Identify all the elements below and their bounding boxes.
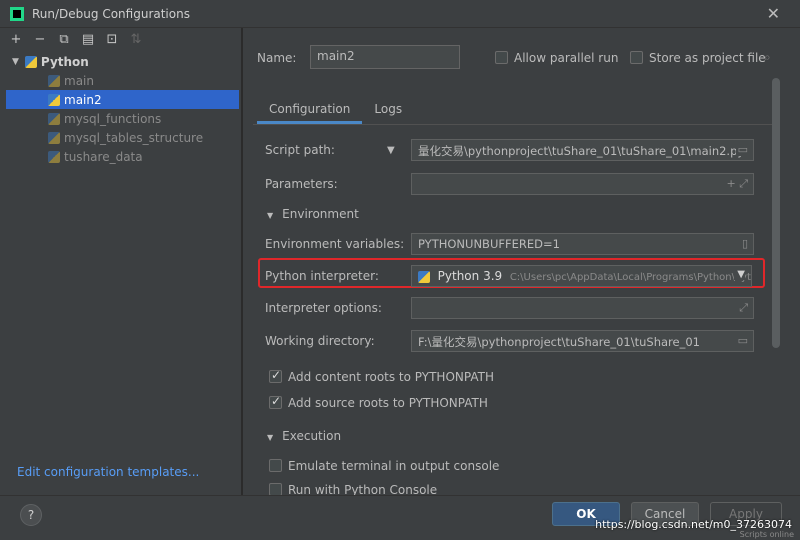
execution-section[interactable]: ▼ Execution — [267, 429, 341, 443]
close-icon[interactable]: ✕ — [767, 4, 780, 23]
tree-item-label: main2 — [64, 92, 102, 107]
script-path-field[interactable]: 量化交易\pythonproject\tuShare_01\tuShare_01… — [411, 139, 754, 161]
environment-variables-value: PYTHONUNBUFFERED=1 — [418, 237, 560, 251]
store-project-file-checkbox[interactable]: Store as project file — [630, 50, 766, 65]
tree-item-label: tushare_data — [64, 149, 143, 164]
script-path-value: 量化交易\pythonproject\tuShare_01\tuShare_01… — [418, 144, 745, 158]
checkbox-box[interactable] — [269, 368, 282, 383]
tree-item-mysql-tables-structure[interactable]: mysql_tables_structure — [0, 128, 241, 147]
configurations-sidebar: + − ⧉ ▤ ⊡ ⇅ ▼ Python main main2 mysql_fu… — [0, 28, 242, 495]
python-interpreter-label: Python interpreter: — [265, 269, 379, 283]
parameters-field[interactable]: + ⤢ — [411, 173, 754, 195]
configuration-tree: ▼ Python main main2 mysql_functions mysq… — [0, 52, 241, 166]
interpreter-version: Python 3.9 — [437, 269, 503, 283]
python-icon — [48, 93, 60, 106]
working-directory-value: F:\量化交易\pythonproject\tuShare_01\tuShare… — [418, 335, 700, 349]
tree-item-main[interactable]: main — [0, 71, 241, 90]
interpreter-path: C:\Users\pc\AppData\Local\Programs\Pytho… — [509, 272, 751, 283]
chevron-down-icon[interactable]: ▼ — [387, 145, 395, 156]
python-icon — [48, 112, 60, 125]
emulate-terminal-checkbox[interactable]: Emulate terminal in output console — [269, 458, 499, 473]
chevron-down-icon[interactable]: ▼ — [267, 211, 273, 220]
name-label: Name: — [257, 51, 297, 65]
name-input[interactable]: main2 — [310, 45, 460, 69]
checkbox-label: Emulate terminal in output console — [288, 458, 500, 473]
checkbox-label: Allow parallel run — [514, 50, 619, 65]
chevron-down-icon[interactable]: ▼ — [12, 57, 19, 67]
checkbox-box[interactable] — [269, 394, 282, 409]
add-content-roots-checkbox[interactable]: Add content roots to PYTHONPATH — [269, 368, 494, 384]
parameters-label: Parameters: — [265, 177, 338, 191]
allow-parallel-checkbox[interactable]: Allow parallel run — [495, 50, 618, 65]
interpreter-options-field[interactable]: ⤢ — [411, 297, 754, 319]
chevron-down-icon[interactable]: ▼ — [734, 269, 745, 280]
checkbox-label: Store as project file — [649, 50, 766, 65]
checkbox-box[interactable] — [495, 51, 508, 64]
tree-item-main2[interactable]: main2 — [6, 90, 239, 109]
vertical-scrollbar[interactable] — [772, 78, 780, 348]
checkbox-label: Add source roots to PYTHONPATH — [288, 395, 488, 410]
add-source-roots-checkbox[interactable]: Add source roots to PYTHONPATH — [269, 394, 488, 410]
title-bar: Run/Debug Configurations ✕ — [0, 0, 800, 28]
tree-group-label: Python — [40, 54, 89, 69]
python-icon — [48, 131, 60, 144]
expand-icon[interactable]: ⤢ — [737, 301, 748, 315]
edit-list-icon[interactable]: ▯ — [739, 237, 748, 250]
move-to-folder-icon[interactable]: ⊡ — [104, 31, 120, 47]
help-button[interactable]: ? — [20, 504, 42, 526]
checkbox-box[interactable] — [630, 51, 643, 64]
python-icon — [24, 55, 37, 68]
python-interpreter-select[interactable]: Python 3.9 C:\Users\pc\AppData\Local\Pro… — [411, 265, 752, 287]
copy-configuration-icon[interactable]: ⧉ — [56, 31, 72, 47]
tab-logs[interactable]: Logs — [362, 98, 414, 124]
script-path-label: Script path: — [265, 143, 335, 157]
environment-variables-label: Environment variables: — [265, 237, 405, 251]
tree-item-label: mysql_tables_structure — [64, 130, 204, 145]
working-directory-field[interactable]: F:\量化交易\pythonproject\tuShare_01\tuShare… — [411, 330, 754, 352]
sort-icon[interactable]: ⇅ — [128, 31, 144, 47]
tree-item-label: main — [64, 73, 94, 88]
checkbox-box[interactable] — [269, 459, 282, 472]
watermark-small-text: Scripts online — [739, 530, 794, 539]
python-icon — [48, 74, 60, 87]
tab-bar: Configuration Logs — [257, 98, 414, 124]
environment-section[interactable]: ▼ Environment — [267, 207, 359, 221]
python-icon — [48, 150, 60, 163]
tree-group-python[interactable]: ▼ Python — [0, 52, 241, 71]
folder-icon[interactable]: ▭ — [735, 143, 748, 156]
sidebar-toolbar: + − ⧉ ▤ ⊡ ⇅ — [0, 28, 241, 50]
dialog-button-bar: ? OK Cancel Apply https://blog.csdn.net/… — [0, 495, 800, 540]
checkbox-label: Add content roots to PYTHONPATH — [288, 369, 494, 384]
tree-item-tushare-data[interactable]: tushare_data — [0, 147, 241, 166]
window-title: Run/Debug Configurations — [32, 6, 190, 21]
tree-item-mysql-functions[interactable]: mysql_functions — [0, 109, 241, 128]
section-label: Environment — [282, 207, 359, 221]
configuration-editor: Name: main2 Allow parallel run Store as … — [243, 28, 800, 497]
add-configuration-icon[interactable]: + — [8, 31, 24, 47]
environment-variables-field[interactable]: PYTHONUNBUFFERED=1 ▯ — [411, 233, 754, 255]
section-label: Execution — [282, 429, 342, 443]
remove-configuration-icon[interactable]: − — [32, 31, 48, 47]
expand-icon[interactable]: + ⤢ — [724, 177, 748, 191]
tree-item-label: mysql_functions — [64, 111, 162, 126]
python-icon — [418, 270, 430, 283]
working-directory-label: Working directory: — [265, 334, 375, 348]
interpreter-options-label: Interpreter options: — [265, 301, 382, 315]
save-configuration-icon[interactable]: ▤ — [80, 31, 96, 47]
pycharm-app-icon — [10, 6, 24, 21]
folder-icon[interactable]: ▭ — [735, 334, 748, 347]
tab-configuration[interactable]: Configuration — [257, 98, 363, 124]
configuration-form: Script path: ▼ 量化交易\pythonproject\tuShar… — [253, 124, 773, 497]
edit-templates-link[interactable]: Edit configuration templates... — [17, 465, 199, 479]
chevron-down-icon[interactable]: ▼ — [267, 433, 273, 442]
search-icon[interactable]: ⌕ — [764, 50, 771, 65]
